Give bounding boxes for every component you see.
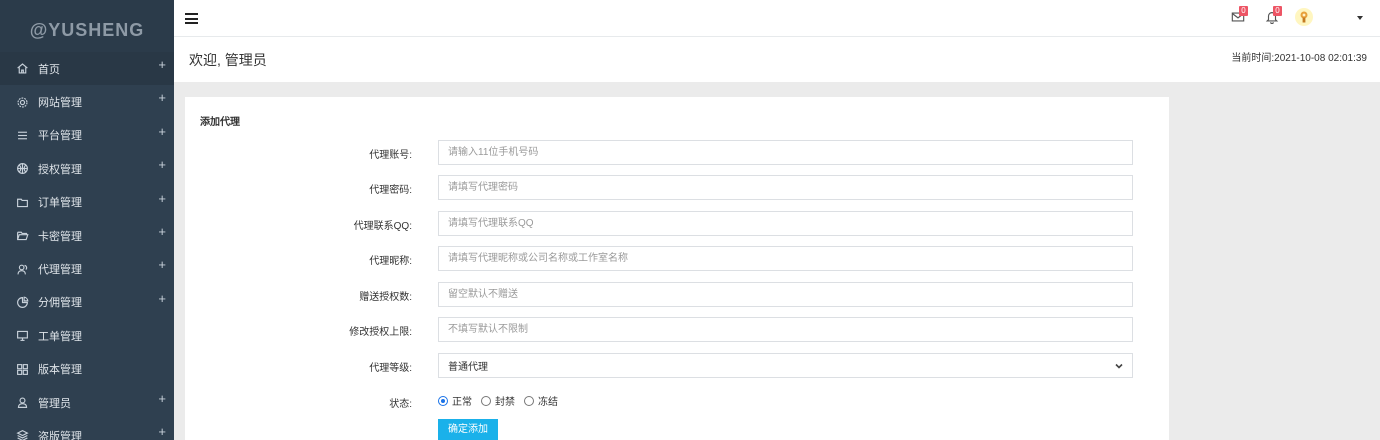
expand-plus-icon[interactable]: + — [158, 225, 166, 238]
list-icon — [14, 127, 30, 143]
hamburger-menu-icon[interactable] — [185, 13, 198, 24]
nickname-input[interactable] — [438, 246, 1133, 271]
expand-plus-icon[interactable]: + — [158, 425, 166, 438]
add-agent-card: 添加代理 代理账号: 代理密码: 代理联系QQ: 代理昵称: 赠送授权数: 修改… — [185, 97, 1169, 440]
sidebar-item-label: 工单管理 — [38, 330, 82, 343]
sidebar-item-label: 平台管理 — [38, 130, 82, 143]
layers-icon — [14, 428, 30, 440]
sidebar-item[interactable]: 平台管理 + — [0, 119, 174, 152]
sidebar-item[interactable]: 工单管理 — [0, 319, 174, 352]
avatar[interactable] — [1295, 8, 1313, 26]
password-input[interactable] — [438, 175, 1133, 200]
expand-plus-icon[interactable]: + — [158, 58, 166, 71]
user-dropdown-caret-icon[interactable] — [1357, 16, 1363, 20]
level-select-value: 普通代理 — [448, 362, 488, 373]
level-select[interactable]: 普通代理 — [438, 353, 1133, 378]
basketball-icon — [14, 161, 30, 177]
sidebar-item-label: 代理管理 — [38, 264, 82, 277]
topbar: 0 0 — [174, 0, 1380, 37]
expand-plus-icon[interactable]: + — [158, 292, 166, 305]
account-label: 代理账号: — [369, 150, 412, 161]
folder-icon — [14, 194, 30, 210]
limit-label: 修改授权上限: — [349, 327, 412, 338]
status-option-label: 冻结 — [538, 397, 558, 408]
sidebar-item[interactable]: 盗版管理 + — [0, 419, 174, 440]
status-option-label: 封禁 — [495, 397, 515, 408]
folder-open-icon — [14, 228, 30, 244]
password-row: 代理密码: — [185, 175, 1169, 200]
limit-row: 修改授权上限: — [185, 317, 1169, 342]
account-row: 代理账号: — [185, 140, 1169, 165]
nickname-row: 代理昵称: — [185, 246, 1169, 271]
monitor-icon — [14, 328, 30, 344]
sidebar-item[interactable]: 分佣管理 + — [0, 286, 174, 319]
sidebar-item[interactable]: 网站管理 + — [0, 85, 174, 118]
sidebar: @YUSHENG 首页 + 网站管理 + 平台管理 + 授权管理 + 订单管理 + 卡密管理 + 代理管… — [0, 0, 174, 440]
qq-input[interactable] — [438, 211, 1133, 236]
current-time: 当前时间:2021-10-08 02:01:39 — [1231, 53, 1367, 64]
account-input[interactable] — [438, 140, 1133, 165]
qq-row: 代理联系QQ: — [185, 211, 1169, 236]
card-title: 添加代理 — [200, 117, 240, 128]
mail-badge: 0 — [1239, 6, 1248, 16]
nickname-label: 代理昵称: — [369, 256, 412, 267]
bell-icon[interactable]: 0 — [1265, 6, 1282, 26]
page-header: 欢迎, 管理员 当前时间:2021-10-08 02:01:39 — [174, 37, 1380, 82]
users-icon — [14, 261, 30, 277]
pie-chart-icon — [14, 294, 30, 310]
expand-plus-icon[interactable]: + — [158, 91, 166, 104]
grid-icon — [14, 361, 30, 377]
status-option-label: 正常 — [452, 397, 472, 408]
sidebar-item[interactable]: 订单管理 + — [0, 186, 174, 219]
welcome-text: 欢迎, 管理员 — [189, 52, 267, 68]
sidebar-item-label: 首页 — [38, 63, 60, 76]
gear-icon — [14, 94, 30, 110]
status-radio-group: 正常 封禁 冻结 — [438, 393, 567, 408]
sidebar-item-label: 订单管理 — [38, 197, 82, 210]
sidebar-item[interactable]: 代理管理 + — [0, 252, 174, 285]
password-label: 代理密码: — [369, 185, 412, 196]
user-icon — [14, 395, 30, 411]
sidebar-item-label: 盗版管理 — [38, 430, 82, 440]
gift-label: 赠送授权数: — [359, 292, 412, 303]
sidebar-item-label: 管理员 — [38, 397, 71, 410]
status-label: 状态: — [389, 399, 412, 410]
sidebar-item-label: 分佣管理 — [38, 297, 82, 310]
sidebar-item[interactable]: 授权管理 + — [0, 152, 174, 185]
chevron-down-icon — [1115, 362, 1123, 370]
sidebar-item[interactable]: 版本管理 — [0, 353, 174, 386]
expand-plus-icon[interactable]: + — [158, 258, 166, 271]
gift-input[interactable] — [438, 282, 1133, 307]
bell-badge: 0 — [1273, 6, 1282, 16]
status-radio-frozen[interactable]: 冻结 — [524, 393, 558, 408]
sidebar-item-label: 卡密管理 — [38, 230, 82, 243]
expand-plus-icon[interactable]: + — [158, 392, 166, 405]
level-label: 代理等级: — [369, 363, 412, 374]
status-radio-normal[interactable]: 正常 — [438, 393, 472, 408]
home-icon — [14, 61, 30, 77]
sidebar-item[interactable]: 管理员 + — [0, 386, 174, 419]
status-radio-banned[interactable]: 封禁 — [481, 393, 515, 408]
status-row: 状态: 正常 封禁 冻结 — [185, 389, 1169, 414]
limit-input[interactable] — [438, 317, 1133, 342]
sidebar-item[interactable]: 卡密管理 + — [0, 219, 174, 252]
submit-button[interactable]: 确定添加 — [438, 419, 498, 440]
level-row: 代理等级: 普通代理 — [185, 353, 1169, 378]
sidebar-item-label: 授权管理 — [38, 163, 82, 176]
expand-plus-icon[interactable]: + — [158, 125, 166, 138]
sidebar-item-label: 网站管理 — [38, 97, 82, 110]
expand-plus-icon[interactable]: + — [158, 158, 166, 171]
sidebar-item-label: 版本管理 — [38, 364, 82, 377]
sidebar-item[interactable]: 首页 + — [0, 52, 174, 86]
qq-label: 代理联系QQ: — [353, 221, 412, 232]
mail-icon[interactable]: 0 — [1231, 6, 1248, 26]
expand-plus-icon[interactable]: + — [158, 192, 166, 205]
logo: @YUSHENG — [0, 0, 174, 52]
sidebar-menu: 首页 + 网站管理 + 平台管理 + 授权管理 + 订单管理 + 卡密管理 + 代理管理 + 分佣管理 + 工单… — [0, 52, 174, 440]
gift-row: 赠送授权数: — [185, 282, 1169, 307]
